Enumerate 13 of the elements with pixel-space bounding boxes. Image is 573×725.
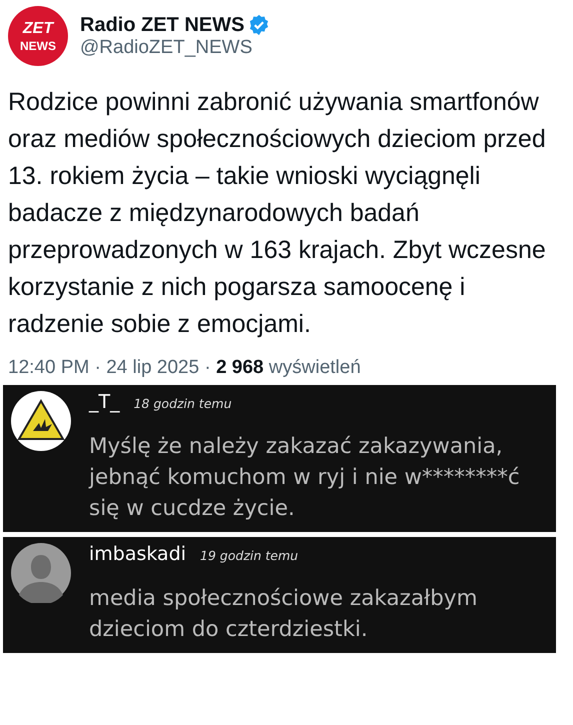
tweet-meta: 12:40 PM · 24 lip 2025 · 2 968 wyświetleń [8, 357, 362, 379]
logo-icon: ZET NEWS [8, 6, 68, 66]
avatar-icon [11, 543, 71, 603]
comment-author: _T_ [89, 391, 120, 413]
comment-author: imbaskadi [89, 543, 186, 565]
comment-text: media społecznościowe zakazałbym dzieciom do czterdziestki. [89, 585, 478, 644]
comment-time: 18 godzin temu [134, 396, 232, 411]
account-handle: @RadioZET_NEWS [80, 36, 254, 58]
tweet-text: Rodzice powinni zabronić używania smartfonów oraz mediów społecznościowych dzieciom przed 13. rokiem życia – takie wnioski wyciągnęli badacze z międzynarodowych badań przeprowadzonych w 163 krajach. Zbyt wczesne korzystanie z nich pogarsza samoocenę i radzenie sobie z emocjami. [8, 87, 547, 340]
comment-time: 19 godzin temu [200, 548, 298, 563]
account-name: Radio ZET NEWS [80, 14, 244, 36]
warning-avatar-icon [11, 391, 71, 451]
comment-text: Myślę że należy zakazać zakazywania, jebnąć komuchom w ryj i nie w********ć się w cucdze życie. [89, 433, 521, 523]
